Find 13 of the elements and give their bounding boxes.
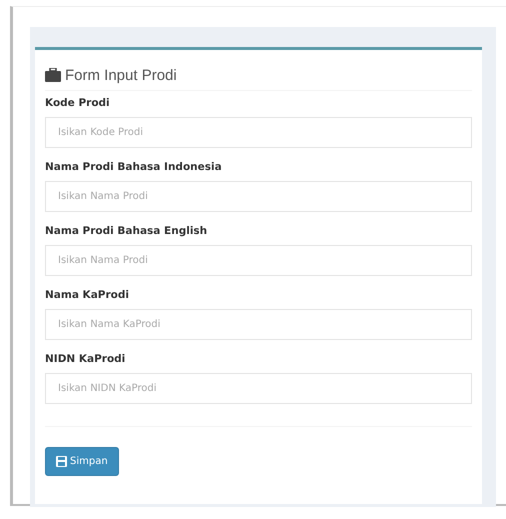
input-field[interactable]: Isikan NIDN KaProdi: [45, 373, 472, 404]
field-label: Kode Prodi: [45, 97, 111, 109]
field-label: NIDN KaProdi: [45, 353, 126, 365]
field-label: Nama Prodi Bahasa Indonesia: [45, 161, 223, 173]
field-label: Nama Prodi Bahasa English: [45, 225, 208, 237]
briefcase-icon: [45, 68, 61, 82]
input-field[interactable]: Isikan Kode Prodi: [45, 117, 472, 148]
field-label: Nama KaProdi: [45, 289, 130, 301]
input-field[interactable]: Isikan Nama Prodi: [45, 181, 472, 212]
panel-title: Form Input Prodi: [65, 66, 177, 84]
input-field[interactable]: Isikan Nama Prodi: [45, 245, 472, 276]
save-button[interactable]: Simpan: [45, 447, 119, 476]
input-field[interactable]: Isikan Nama KaProdi: [45, 309, 472, 340]
